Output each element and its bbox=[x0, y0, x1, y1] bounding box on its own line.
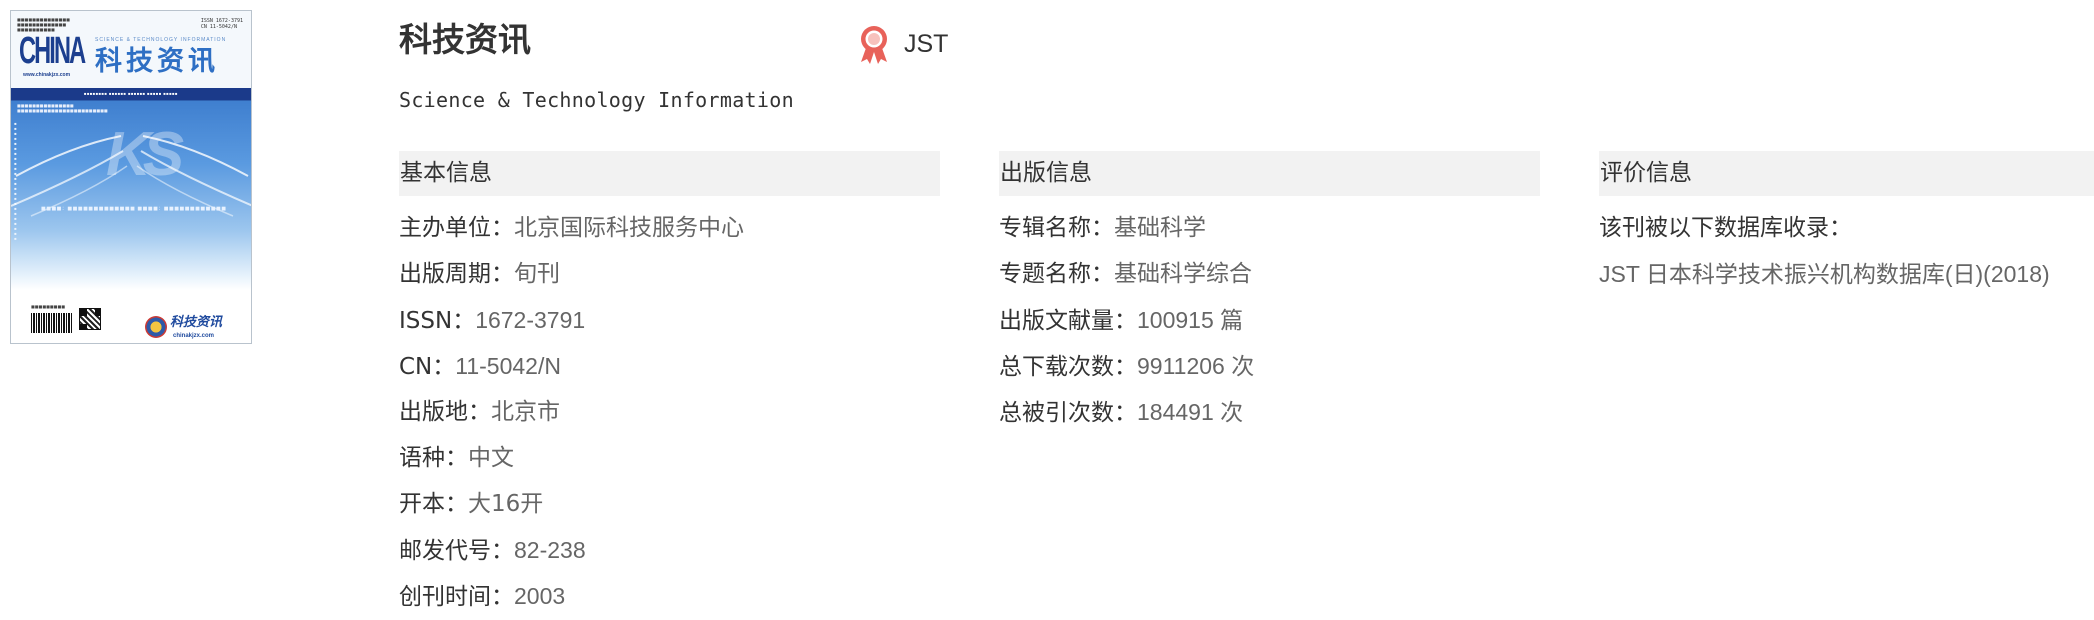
cover-issue-band: ■■■■■■■■ ■■■■■■ ■■■■■■ ■■■■■ ■■■■■ bbox=[11, 88, 251, 100]
row-value: 北京市 bbox=[491, 399, 560, 425]
row-value: 82-238 bbox=[514, 537, 586, 563]
cover-brand-logo-icon bbox=[145, 316, 167, 338]
row-label: 专题名称： bbox=[999, 261, 1114, 287]
award-ribbon-icon bbox=[861, 26, 887, 64]
evaluation-info-heading: 评价信息 bbox=[1599, 151, 2094, 196]
row-value: 北京国际科技服务中心 bbox=[514, 215, 744, 241]
row-value: 基础科学综合 bbox=[1114, 261, 1252, 287]
cover-barcode bbox=[31, 313, 73, 333]
row-value: 旬刊 bbox=[514, 261, 560, 287]
info-row-sponsor: 主办单位：北京国际科技服务中心 bbox=[399, 205, 940, 251]
info-row-founded: 创刊时间：2003 bbox=[399, 573, 940, 619]
row-label: 总被引次数： bbox=[999, 400, 1137, 426]
row-label: 语种： bbox=[399, 445, 468, 471]
info-row-collection: 专辑名称：基础科学 bbox=[999, 205, 1540, 251]
row-label: 邮发代号： bbox=[399, 538, 514, 564]
basic-info-section: 基本信息 主办单位：北京国际科技服务中心 出版周期：旬刊 ISSN：1672-3… bbox=[399, 151, 940, 619]
cover-web-line: ■■■■：■■■■■■■■■■■■■ ■■■■：■■■■■■■■■■■■ bbox=[41, 206, 227, 212]
row-value: 100915 篇 bbox=[1137, 307, 1244, 333]
journal-title-cn: 科技资讯 bbox=[399, 20, 531, 59]
row-label: 出版文献量： bbox=[999, 308, 1137, 334]
row-label: 出版地： bbox=[399, 399, 491, 425]
cover-barcode-label: ■■■■■■■■■ bbox=[31, 304, 66, 309]
row-label: CN： bbox=[399, 354, 456, 380]
evaluation-info-section: 评价信息 该刊被以下数据库收录： JST 日本科学技术振兴机构数据库(日)(20… bbox=[1599, 151, 2094, 297]
cover-china-wordmark: CHINA bbox=[19, 30, 86, 72]
cover-cn-text: CN 11-5042/N bbox=[200, 24, 237, 30]
cover-title-en: SCIENCE & TECHNOLOGY INFORMATION bbox=[95, 37, 227, 43]
indexed-database-item: JST 日本科学技术振兴机构数据库(日)(2018) bbox=[1599, 261, 2050, 287]
row-label: 开本： bbox=[399, 491, 468, 517]
info-row-citations: 总被引次数：184491 次 bbox=[999, 389, 1540, 435]
cover-brand-name: 科技资讯 bbox=[170, 315, 223, 330]
info-row-issn: ISSN：1672-3791 bbox=[399, 297, 940, 343]
info-row-cn: CN：11-5042/N bbox=[399, 343, 940, 389]
info-row-format: 开本：大16开 bbox=[399, 481, 940, 527]
info-row-frequency: 出版周期：旬刊 bbox=[399, 251, 940, 297]
info-row-downloads: 总下载次数：9911206 次 bbox=[999, 343, 1540, 389]
row-label: 主办单位： bbox=[399, 215, 514, 241]
row-value: 11-5042/N bbox=[455, 353, 561, 379]
publish-info-heading: 出版信息 bbox=[999, 151, 1540, 196]
basic-info-heading: 基本信息 bbox=[399, 151, 940, 196]
info-row-postal-code: 邮发代号：82-238 bbox=[399, 527, 940, 573]
indexed-databases-label: 该刊被以下数据库收录： bbox=[1599, 215, 1852, 241]
row-value: 184491 次 bbox=[1137, 399, 1244, 425]
cover-title-cn: 科技资讯 bbox=[95, 46, 219, 77]
row-value: 1672-3791 bbox=[475, 307, 586, 333]
info-row-language: 语种：中文 bbox=[399, 435, 940, 481]
info-row-topic: 专题名称：基础科学综合 bbox=[999, 251, 1540, 297]
row-label: 总下载次数： bbox=[999, 354, 1137, 380]
row-label: 专辑名称： bbox=[999, 215, 1114, 241]
journal-title-en: Science & Technology Information bbox=[399, 88, 794, 112]
row-value: 大16开 bbox=[468, 491, 544, 517]
row-value: 2003 bbox=[514, 583, 566, 609]
cover-brand-url: chinakjzx.com bbox=[173, 333, 215, 339]
jst-badge[interactable]: JST bbox=[856, 24, 948, 64]
cover-issn: ISSN 1672-3791 CN 11-5042/N bbox=[201, 18, 243, 30]
row-value: 9911206 次 bbox=[1137, 353, 1255, 379]
cover-qr-code bbox=[79, 308, 101, 330]
row-label: ISSN： bbox=[399, 308, 476, 334]
jst-badge-label: JST bbox=[904, 29, 949, 58]
row-value: 基础科学 bbox=[1114, 215, 1206, 241]
journal-cover-image[interactable]: ■■■■■■■■■■■■■■ ■■■■■■■■■■■■■ ■■■■■■■■■■ IS… bbox=[10, 10, 252, 344]
row-label: 创刊时间： bbox=[399, 584, 514, 610]
publish-info-section: 出版信息 专辑名称：基础科学 专题名称：基础科学综合 出版文献量：100915 … bbox=[999, 151, 1540, 435]
info-row-article-count: 出版文献量：100915 篇 bbox=[999, 297, 1540, 343]
row-label: 出版周期： bbox=[399, 261, 514, 287]
cover-site-url: www.chinakjzx.com bbox=[23, 72, 71, 78]
row-value: 中文 bbox=[468, 445, 514, 471]
info-row-place: 出版地：北京市 bbox=[399, 389, 940, 435]
